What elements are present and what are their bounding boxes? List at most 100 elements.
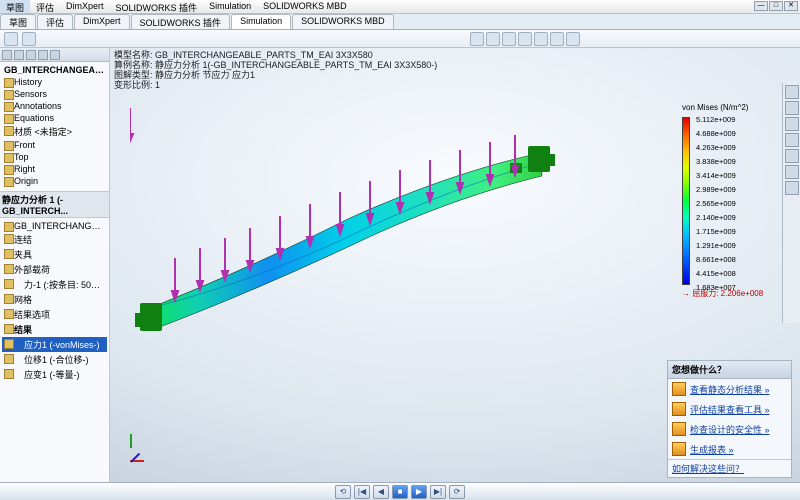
legend-val: 1.291e+009 (696, 239, 736, 253)
legend-val: 2.989e+009 (696, 183, 736, 197)
legend-title: von Mises (N/m^2) (682, 103, 792, 112)
result-strain-1[interactable]: 应变1 (-等量-) (2, 367, 107, 382)
tools-icon (672, 402, 686, 416)
legend-val: 1.715e+009 (696, 225, 736, 239)
motion-first-button[interactable]: |◀ (354, 485, 370, 499)
load-force-1[interactable]: 力-1 (:按条目: 50000 N:) (2, 277, 107, 292)
motion-stop-button[interactable]: ■ (392, 485, 408, 499)
legend-val: 2.140e+009 (696, 211, 736, 225)
tree-front[interactable]: Front (2, 139, 107, 151)
results-icon (672, 382, 686, 396)
taskpane-tab-resources[interactable] (785, 85, 799, 99)
legend-val: 1.683e+007 (696, 281, 736, 295)
model-tree: GB_INTERCHANGEABLE_PA... History Sensors… (0, 62, 109, 189)
tree-top[interactable]: Top (2, 151, 107, 163)
tab-addins[interactable]: SOLIDWORKS 插件 (131, 14, 231, 29)
motion-repeat-button[interactable]: ⟳ (449, 485, 465, 499)
menu-dimxpert[interactable]: DimXpert (60, 0, 110, 13)
taskpane-tab-library[interactable] (785, 101, 799, 115)
feature-tree-icon[interactable] (2, 50, 12, 60)
menu-evaluate[interactable]: 评估 (30, 0, 60, 13)
task-generate-report[interactable]: 生成报表 » (668, 439, 791, 459)
graphics-viewport[interactable]: 模型名称: GB_INTERCHANGEABLE_PARTS_TM_EAI 3X… (110, 48, 800, 482)
info-study-name: 算例名称: 静应力分析 1(-GB_INTERCHANGEABLE_PARTS_… (114, 60, 437, 70)
menu-simulation[interactable]: Simulation (203, 0, 257, 13)
ribbon-toolbar (0, 30, 800, 48)
legend-val: 4.415e+008 (696, 267, 736, 281)
tab-mbd[interactable]: SOLIDWORKS MBD (292, 14, 394, 29)
maximize-button[interactable]: □ (769, 1, 783, 11)
triad-y-axis (130, 434, 132, 448)
study-header[interactable]: 静应力分析 1 (-GB_INTERCH... (0, 191, 109, 218)
task-result-tools[interactable]: 评估结果查看工具 » (668, 399, 791, 419)
tree-history[interactable]: History (2, 76, 107, 88)
taskpane-help-link[interactable]: 如何解决这些问？ (668, 459, 791, 477)
orientation-triad[interactable] (120, 442, 150, 472)
minimize-button[interactable]: — (754, 1, 768, 11)
ribbon-tool-icon[interactable] (22, 32, 36, 46)
study-connections[interactable]: 连结 (2, 232, 107, 247)
close-button[interactable]: ✕ (784, 1, 798, 11)
tree-right[interactable]: Right (2, 163, 107, 175)
study-part[interactable]: GB_INTERCHANGEABLE_PART (2, 220, 107, 232)
tree-root[interactable]: GB_INTERCHANGEABLE_PA... (2, 64, 107, 76)
safety-icon (672, 422, 686, 436)
report-icon (672, 442, 686, 456)
ribbon-tool-icon[interactable] (4, 32, 18, 46)
legend-val: 2.565e+009 (696, 197, 736, 211)
view-pan-icon[interactable] (486, 32, 500, 46)
study-result-options[interactable]: 结果选项 (2, 307, 107, 322)
menu-mbd[interactable]: SOLIDWORKS MBD (257, 0, 353, 13)
view-scene-icon[interactable] (550, 32, 564, 46)
legend-val: 3.414e+009 (696, 169, 736, 183)
result-stress-1[interactable]: 应力1 (-vonMises-) (2, 337, 107, 352)
taskpane-tab-forum[interactable] (785, 181, 799, 195)
tab-dimxpert[interactable]: DimXpert (74, 14, 130, 29)
menu-addins[interactable]: SOLIDWORKS 插件 (110, 0, 204, 13)
property-manager-icon[interactable] (14, 50, 24, 60)
taskpane-tab-custom-props[interactable] (785, 165, 799, 179)
window-controls: — □ ✕ (754, 1, 798, 11)
view-rotate-icon[interactable] (502, 32, 516, 46)
motion-play-button[interactable]: ▶ (411, 485, 427, 499)
menu-sketch[interactable]: 草图 (0, 0, 30, 13)
tree-sensors[interactable]: Sensors (2, 88, 107, 100)
view-style-icon[interactable] (534, 32, 548, 46)
color-legend[interactable]: von Mises (N/m^2) 5.112e+009 4.688e+009 … (682, 103, 792, 299)
view-zoom-icon[interactable] (470, 32, 484, 46)
dimxpert-manager-icon[interactable] (38, 50, 48, 60)
tree-origin[interactable]: Origin (2, 175, 107, 187)
info-deform-scale: 变形比例: 1 (114, 80, 437, 90)
legend-values: 5.112e+009 4.688e+009 4.263e+009 3.838e+… (696, 113, 736, 295)
results-folder[interactable]: 结果 (2, 322, 107, 337)
study-fixtures[interactable]: 夹具 (2, 247, 107, 262)
taskpane-tab-explorer[interactable] (785, 117, 799, 131)
study-loads[interactable]: 外部载荷 (2, 262, 107, 277)
display-manager-icon[interactable] (50, 50, 60, 60)
view-display-icon[interactable] (566, 32, 580, 46)
tree-material[interactable]: 材质 <未指定> (2, 124, 107, 139)
task-check-safety[interactable]: 检查设计的安全性 » (668, 419, 791, 439)
taskpane-title: 您想做什么？ (668, 361, 791, 379)
tree-annotations[interactable]: Annotations (2, 100, 107, 112)
legend-val: 4.263e+009 (696, 141, 736, 155)
view-section-icon[interactable] (518, 32, 532, 46)
tree-header (0, 48, 109, 62)
study-tree: GB_INTERCHANGEABLE_PART 连结 夹具 外部载荷 力-1 (… (0, 218, 109, 384)
config-manager-icon[interactable] (26, 50, 36, 60)
result-displacement-1[interactable]: 位移1 (-合位移-) (2, 352, 107, 367)
motion-prev-button[interactable]: ◀ (373, 485, 389, 499)
task-view-results[interactable]: 查看静态分析结果 » (668, 379, 791, 399)
menu-bar: 草图 评估 DimXpert SOLIDWORKS 插件 Simulation … (0, 0, 800, 14)
tab-simulation[interactable]: Simulation (231, 14, 291, 29)
tab-sketch[interactable]: 草图 (0, 14, 36, 29)
legend-color-bar (682, 117, 690, 285)
tab-evaluate[interactable]: 评估 (37, 14, 73, 29)
fea-stress-plot (130, 108, 560, 338)
taskpane-tab-appearances[interactable] (785, 149, 799, 163)
study-mesh[interactable]: 网格 (2, 292, 107, 307)
motion-loop-button[interactable]: ⟲ (335, 485, 351, 499)
taskpane-tab-view-palette[interactable] (785, 133, 799, 147)
tree-equations[interactable]: Equations (2, 112, 107, 124)
motion-last-button[interactable]: ▶| (430, 485, 446, 499)
